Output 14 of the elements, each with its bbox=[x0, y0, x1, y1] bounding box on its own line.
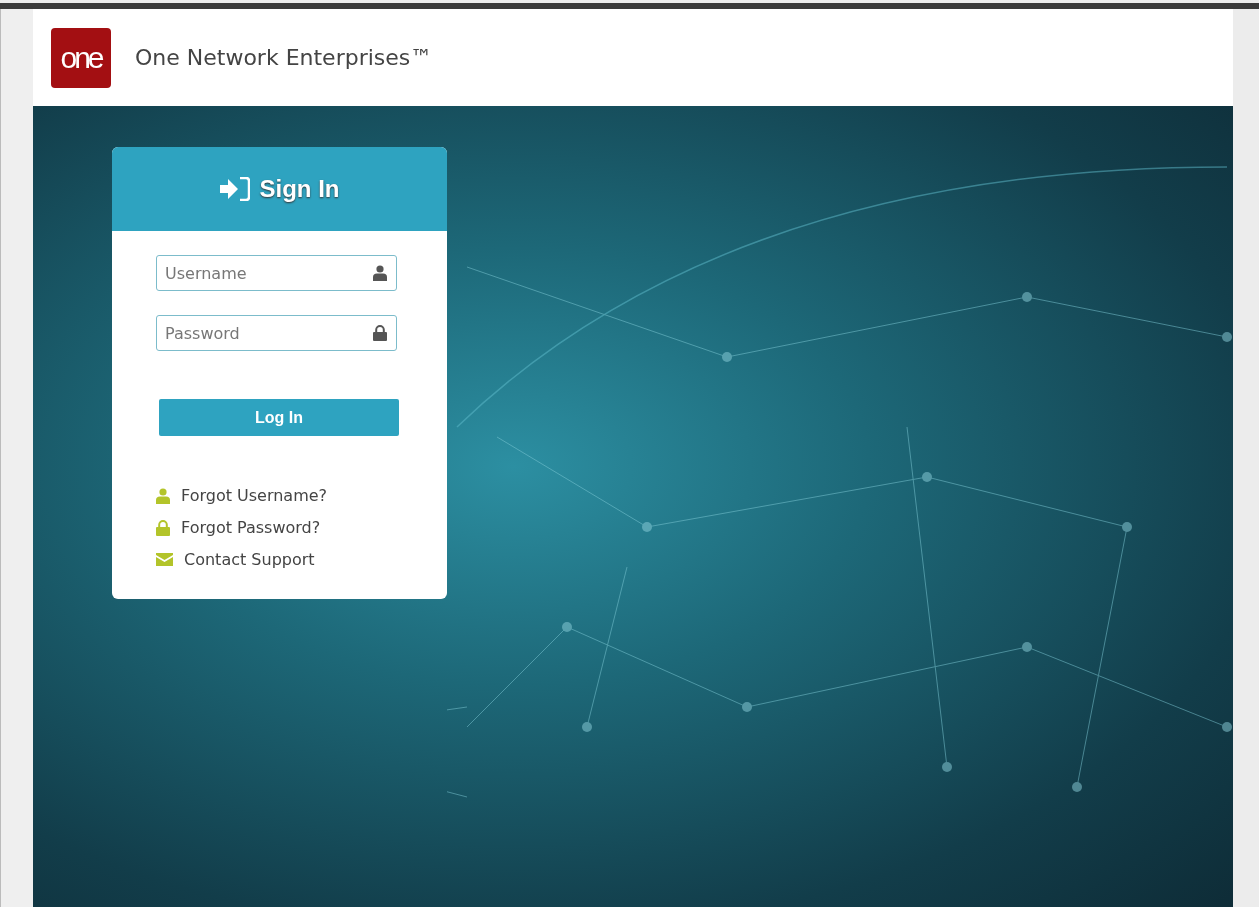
password-field[interactable]: Password bbox=[156, 315, 397, 351]
help-link[interactable]: Forgot Username? bbox=[181, 486, 328, 505]
brand-name: One Network Enterprises™ bbox=[135, 45, 433, 70]
envelope-icon bbox=[156, 553, 173, 566]
help-link[interactable]: Forgot Password? bbox=[181, 518, 321, 537]
sign-in-title: Sign In bbox=[259, 175, 340, 203]
lock-icon bbox=[156, 519, 170, 536]
sign-in-icon bbox=[219, 177, 250, 201]
username-field[interactable]: Username bbox=[156, 255, 397, 291]
user-icon bbox=[373, 265, 387, 281]
logo: one bbox=[51, 27, 111, 88]
help-link[interactable]: Contact Support bbox=[184, 550, 315, 569]
lock-icon bbox=[373, 325, 387, 341]
user-icon bbox=[156, 487, 170, 504]
